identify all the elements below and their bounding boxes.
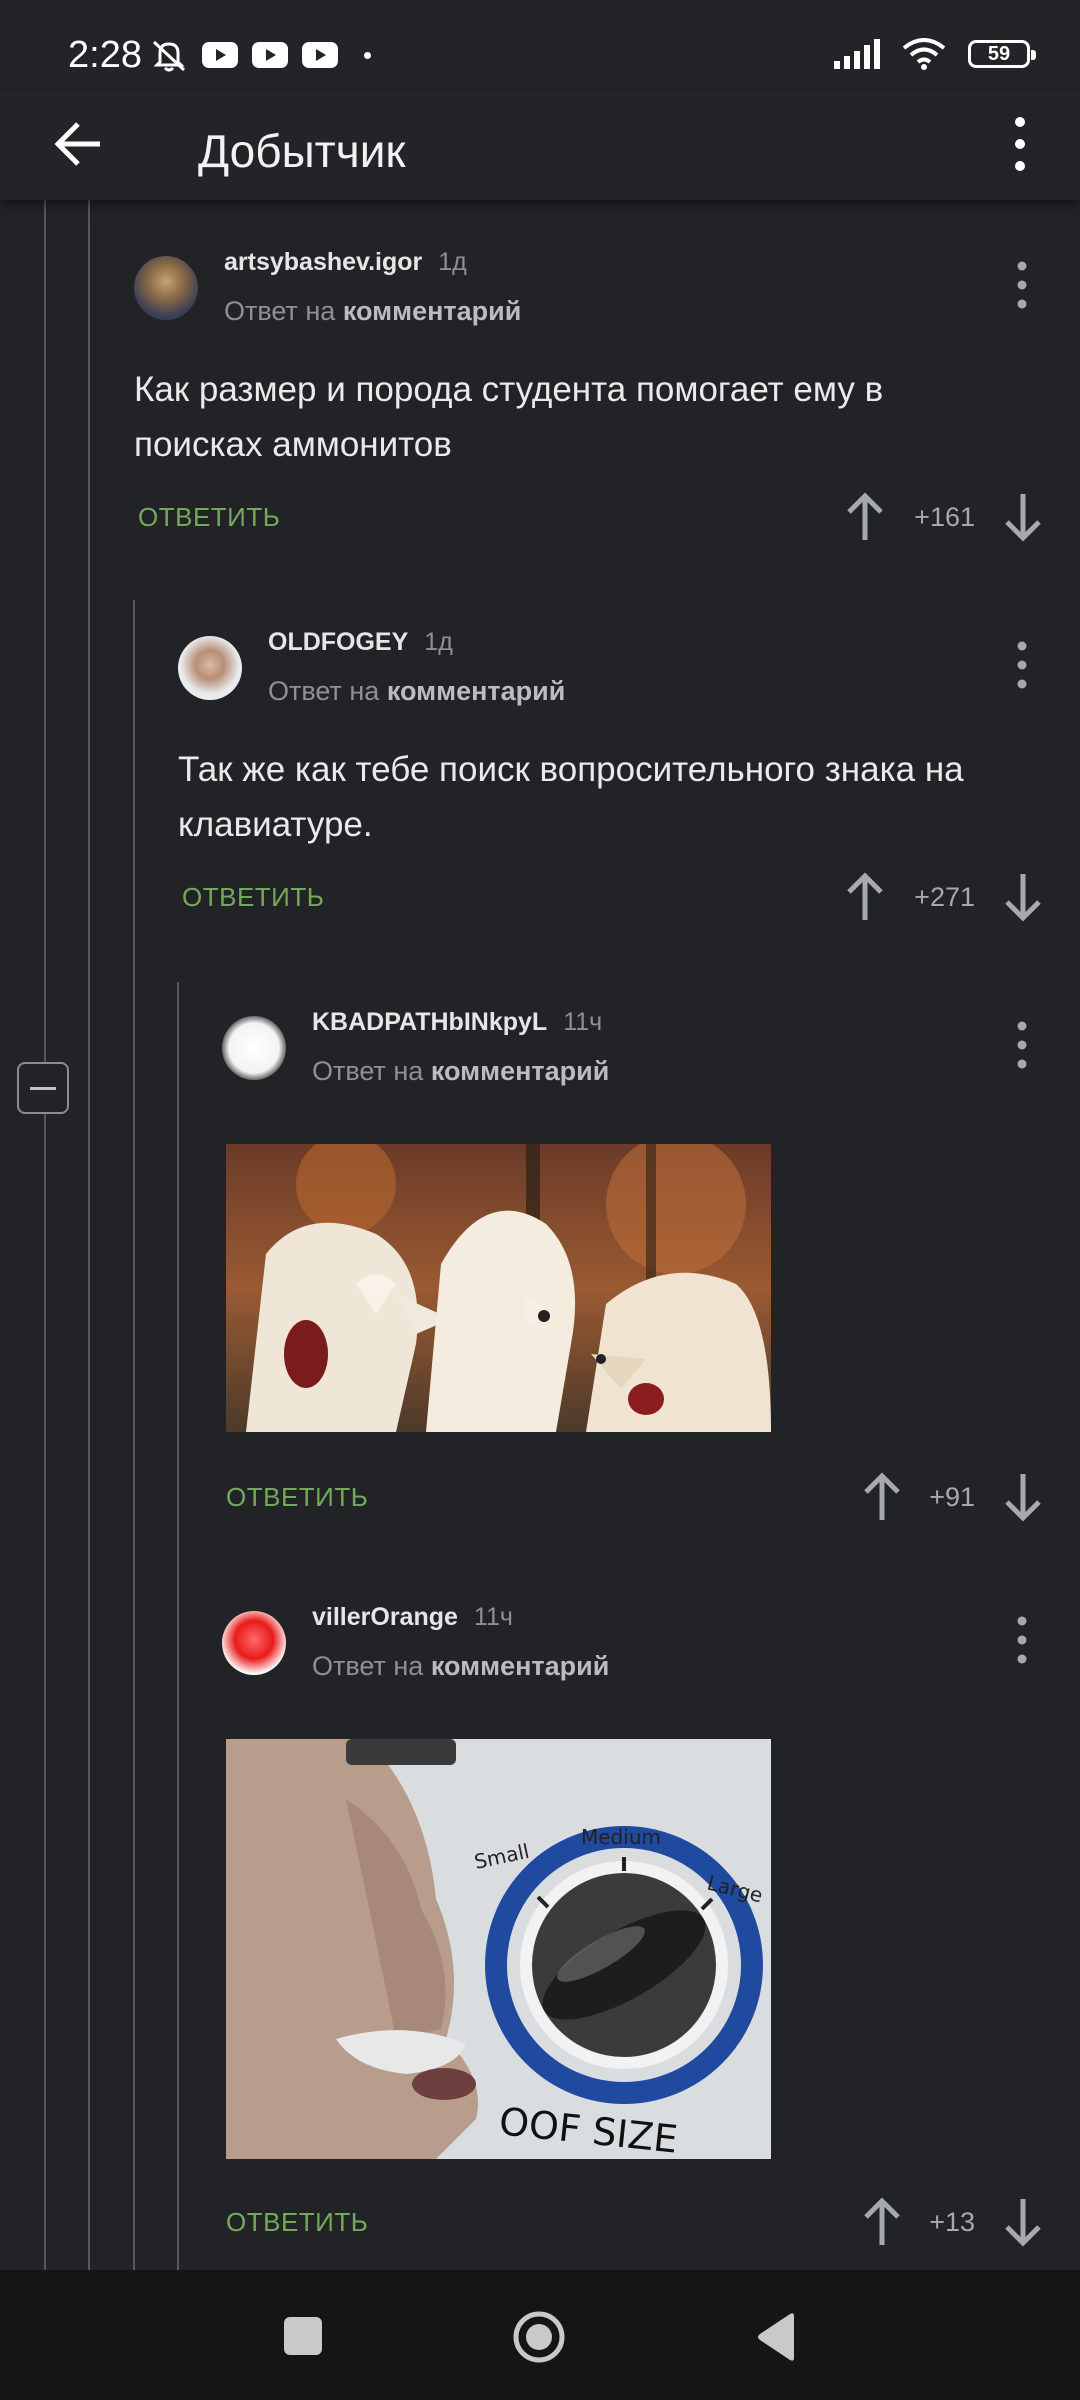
meme-label-medium: Medium (581, 1825, 661, 1849)
home-icon[interactable] (512, 2310, 566, 2364)
comment-time: 1д (424, 628, 453, 656)
recent-apps-icon[interactable] (284, 2317, 322, 2355)
comment-thread: artsybashev.igor 1д Ответ на комментарий … (0, 200, 1080, 2270)
avatar[interactable] (222, 1611, 286, 1675)
comment-score: +271 (914, 882, 975, 912)
comment-author[interactable]: KBADPATHbINkpyL 11ч (312, 1008, 602, 1037)
reply-reference[interactable]: Ответ на комментарий (312, 1056, 609, 1087)
status-right-icons: 59 (834, 38, 1036, 70)
youtube-notification-icon (202, 42, 238, 68)
app-bar: Добытчик (0, 90, 1080, 200)
comment-score: +91 (929, 1482, 975, 1512)
comment-author[interactable]: artsybashev.igor 1д (224, 248, 467, 277)
more-notifications-dot-icon (364, 51, 371, 59)
comment-menu-icon[interactable] (1014, 1020, 1030, 1070)
youtube-notification-icon (302, 42, 338, 68)
comment: artsybashev.igor 1д Ответ на комментарий … (0, 200, 1080, 600)
comment-time: 11ч (473, 1603, 513, 1631)
reply-button[interactable]: ОТВЕТИТЬ (138, 502, 280, 533)
more-options-icon[interactable] (1010, 114, 1030, 174)
reply-button[interactable]: ОТВЕТИТЬ (226, 1482, 368, 1513)
status-left-icons (150, 38, 371, 72)
comment-menu-icon[interactable] (1014, 260, 1030, 310)
downvote-icon[interactable] (1003, 2197, 1043, 2247)
avatar[interactable] (178, 636, 242, 700)
upvote-icon[interactable] (845, 872, 885, 922)
comment-score: +161 (914, 502, 975, 532)
signal-icon (834, 39, 880, 69)
reply-button[interactable]: ОТВЕТИТЬ (182, 882, 324, 913)
comment: OLDFOGEY 1д Ответ на комментарий Так же к… (0, 580, 1080, 980)
oof-size-illustration: Small Medium Large OOF SIZE (226, 1739, 771, 2159)
back-arrow-icon[interactable] (50, 116, 106, 172)
muted-bell-icon (152, 40, 186, 72)
comment-author[interactable]: OLDFOGEY 1д (268, 628, 453, 657)
reply-reference[interactable]: Ответ на комментарий (268, 676, 565, 707)
oof-size-meme-image[interactable]: Small Medium Large OOF SIZE (226, 1739, 771, 2159)
avatar[interactable] (222, 1016, 286, 1080)
reply-button[interactable]: ОТВЕТИТЬ (226, 2207, 368, 2238)
battery-icon: 59 (968, 40, 1036, 68)
comment-menu-icon[interactable] (1014, 1615, 1030, 1665)
comment-time: 11ч (563, 1008, 603, 1036)
comment-text: Как размер и порода студента помогает ем… (134, 370, 884, 464)
status-bar: 2:28 59 (0, 0, 1080, 90)
comment-text: Так же как тебе поиск вопросительного зн… (178, 750, 964, 844)
wifi-icon (902, 38, 946, 70)
comment-score: +13 (929, 2207, 975, 2237)
reply-reference[interactable]: Ответ на комментарий (224, 296, 521, 327)
page-title: Добытчик (198, 125, 406, 177)
youtube-notification-icon (252, 42, 288, 68)
downvote-icon[interactable] (1003, 492, 1043, 542)
system-back-icon[interactable] (754, 2312, 798, 2362)
comment: villerOrange 11ч Ответ на комментарий Sma… (0, 1555, 1080, 2270)
wolves-illustration (226, 1144, 771, 1432)
comment-author[interactable]: villerOrange 11ч (312, 1603, 513, 1632)
upvote-icon[interactable] (845, 492, 885, 542)
system-navigation-bar (0, 2270, 1080, 2400)
downvote-icon[interactable] (1003, 872, 1043, 922)
status-time: 2:28 (68, 34, 142, 76)
comment-time: 1д (438, 248, 467, 276)
downvote-icon[interactable] (1003, 1472, 1043, 1522)
avatar[interactable] (134, 256, 198, 320)
reply-reference[interactable]: Ответ на комментарий (312, 1651, 609, 1682)
comment-menu-icon[interactable] (1014, 640, 1030, 690)
wolves-meme-image[interactable] (226, 1144, 771, 1432)
comment: KBADPATHbINkpyL11ч Ответ на комментарий (0, 960, 1080, 1560)
